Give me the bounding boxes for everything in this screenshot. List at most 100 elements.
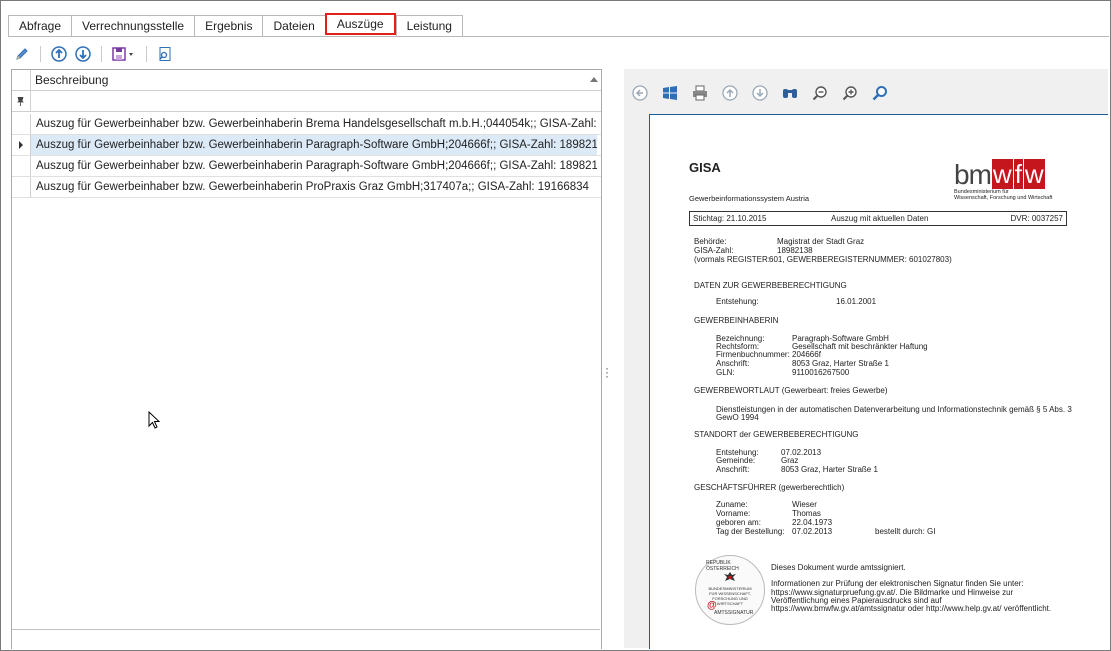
tab-auszuege[interactable]: Auszüge — [324, 13, 396, 35]
column-header-beschreibung[interactable]: Beschreibung — [30, 70, 602, 90]
label-firmenbuchnummer: Firmenbuchnummer: — [716, 350, 790, 359]
page-up-icon[interactable] — [720, 83, 740, 103]
status-dvr: DVR: 0037257 — [1010, 214, 1063, 223]
label-bestellung: Tag der Bestellung: — [716, 527, 785, 536]
column-header-label: Beschreibung — [35, 73, 109, 87]
tab-dateien[interactable]: Dateien — [262, 15, 325, 37]
value-anschrift: 8053 Graz, Harter Straße 1 — [792, 359, 889, 368]
tab-divider — [8, 36, 1109, 37]
mouse-cursor-icon — [148, 411, 161, 429]
print-icon[interactable] — [690, 83, 710, 103]
table-row[interactable]: Auszug für Gewerbeinhaber bzw. Gewerbein… — [12, 114, 601, 135]
row-cell-beschreibung[interactable]: Auszug für Gewerbeinhaber bzw. Gewerbein… — [30, 156, 597, 176]
tab-leistung[interactable]: Leistung — [395, 15, 463, 37]
logo-letter: w — [991, 159, 1013, 189]
info-line-1: Informationen zur Prüfung der elektronis… — [771, 579, 1024, 588]
pdf-page: GISA Gewerbeinformationssystem Austria b… — [649, 114, 1108, 649]
value-entstehung: 16.01.2001 — [836, 297, 877, 306]
value-vormals: 601, GEWERBEREGISTERNUMMER: 601027803) — [769, 255, 952, 264]
section-inhaber: GEWERBEINHABERIN — [694, 316, 779, 325]
label-geboren: geboren am: — [716, 518, 761, 527]
logo-letter: w — [1023, 159, 1045, 189]
row-cell-beschreibung[interactable]: Auszug für Gewerbeinhaber bzw. Gewerbein… — [30, 177, 597, 197]
value-geboren: 22.04.1973 — [792, 518, 833, 527]
wortlaut-line-1: Dienstleistungen in der automatischen Da… — [716, 405, 1072, 414]
zoom-in-icon[interactable] — [840, 83, 860, 103]
label-gln: GLN: — [716, 368, 735, 377]
search-icon[interactable] — [870, 83, 890, 103]
section-standort: STANDORT der GEWERBEBERECHTIGUNG — [694, 430, 859, 439]
label-st-gemeinde: Gemeinde: — [716, 456, 756, 465]
logo-caption-2: Wissenschaft, Forschung und Wirtschaft — [954, 195, 1053, 201]
row-indicator — [12, 114, 30, 134]
filter-pin-icon — [17, 96, 24, 108]
edit-pencil-icon[interactable] — [12, 44, 32, 64]
row-indicator — [12, 135, 30, 155]
label-zuname: Zuname: — [716, 500, 748, 509]
search-document-icon[interactable] — [155, 44, 175, 64]
value-bestellt-durch: bestellt durch: GI — [875, 527, 936, 536]
page-down-icon[interactable] — [750, 83, 770, 103]
status-center: Auszug mit aktuellen Daten — [831, 214, 929, 223]
save-dropdown-icon[interactable] — [110, 44, 138, 64]
windows-icon[interactable] — [660, 83, 680, 103]
label-vorname: Vorname: — [716, 509, 751, 518]
section-geschaeftsfuehrer: GESCHÄFTSFÜHRER (gewerberechtlich) — [694, 483, 845, 492]
toolbar-separator — [40, 46, 41, 62]
seal-bottom-text: AMTSSIGNATUR — [714, 610, 754, 616]
find-icon[interactable] — [780, 83, 800, 103]
zoom-out-icon[interactable] — [810, 83, 830, 103]
row-cell-beschreibung[interactable]: Auszug für Gewerbeinhaber bzw. Gewerbein… — [30, 135, 597, 155]
value-gisa: 18982138 — [777, 246, 813, 255]
extracts-grid: Beschreibung Auszug für Gewerbeinhaber b… — [11, 69, 602, 649]
move-down-icon[interactable] — [73, 44, 93, 64]
section-daten: DATEN ZUR GEWERBEBERECHTIGUNG — [694, 281, 847, 290]
value-gln: 9110016267500 — [792, 368, 850, 377]
value-vorname: Thomas — [792, 509, 821, 518]
sort-ascending-icon — [590, 77, 598, 82]
filter-input-beschreibung[interactable] — [30, 91, 600, 111]
value-st-gemeinde: Graz — [781, 456, 799, 465]
status-box: Stichtag: 21.10.2015 Auszug mit aktuelle… — [689, 211, 1067, 226]
toolbar-separator — [146, 46, 147, 62]
table-row[interactable]: Auszug für Gewerbeinhaber bzw. Gewerbein… — [12, 156, 601, 177]
logo-text-bm: bm — [954, 159, 992, 190]
tab-bar: Abfrage Verrechnungsstelle Ergebnis Date… — [8, 13, 463, 37]
doc-subtitle: Gewerbeinformationssystem Austria — [689, 194, 810, 203]
status-stichtag: Stichtag: 21.10.2015 — [693, 214, 767, 223]
main-toolbar — [12, 43, 175, 65]
info-line-4: https://www.bmwfw.gv.at/amtssignatur ode… — [771, 604, 1052, 613]
doc-title: GISA — [689, 160, 721, 175]
logo-letter: f — [1013, 159, 1023, 189]
tab-abfrage[interactable]: Abfrage — [8, 15, 72, 37]
value-bestellung: 07.02.2013 — [792, 527, 833, 536]
value-st-anschrift: 8053 Graz, Harter Straße 1 — [781, 465, 878, 474]
grid-header: Beschreibung — [12, 70, 601, 91]
move-up-icon[interactable] — [49, 44, 69, 64]
value-firmenbuchnummer: 204666f — [792, 350, 821, 359]
value-zuname: Wieser — [792, 500, 817, 509]
grid-footer-line — [11, 629, 600, 630]
splitter-grip-icon[interactable]: · · · — [605, 362, 609, 382]
table-row[interactable]: Auszug für Gewerbeinhaber bzw. Gewerbein… — [12, 177, 601, 198]
wortlaut-line-2: GewO 1994 — [716, 413, 759, 422]
pdf-toolbar — [630, 82, 890, 104]
row-cell-beschreibung[interactable]: Auszug für Gewerbeinhaber bzw. Gewerbein… — [30, 114, 597, 134]
tab-ergebnis[interactable]: Ergebnis — [194, 15, 263, 37]
table-row[interactable]: Auszug für Gewerbeinhaber bzw. Gewerbein… — [12, 135, 601, 156]
row-indicator — [12, 156, 30, 176]
tab-verrechnungsstelle[interactable]: Verrechnungsstelle — [71, 15, 195, 37]
label-gisa: GISA-Zahl: — [694, 246, 734, 255]
section-wortlaut: GEWERBEWORTLAUT (Gewerbeart: freies Gewe… — [694, 386, 888, 395]
austrian-eagle-icon — [724, 572, 736, 581]
current-row-caret-icon — [19, 141, 23, 149]
label-behoerde: Behörde: — [694, 237, 727, 246]
back-icon[interactable] — [630, 83, 650, 103]
toolbar-separator — [101, 46, 102, 62]
label-entstehung: Entstehung: — [716, 297, 759, 306]
label-anschrift: Anschrift: — [716, 359, 750, 368]
amtssignatur-seal: REPUBLIK ÖSTERREICH BUNDESMINISTERIUM FÜ… — [695, 555, 765, 625]
label-vormals: (vormals REGISTER: — [694, 255, 771, 264]
row-indicator — [12, 177, 30, 197]
value-behoerde: Magistrat der Stadt Graz — [777, 237, 865, 246]
